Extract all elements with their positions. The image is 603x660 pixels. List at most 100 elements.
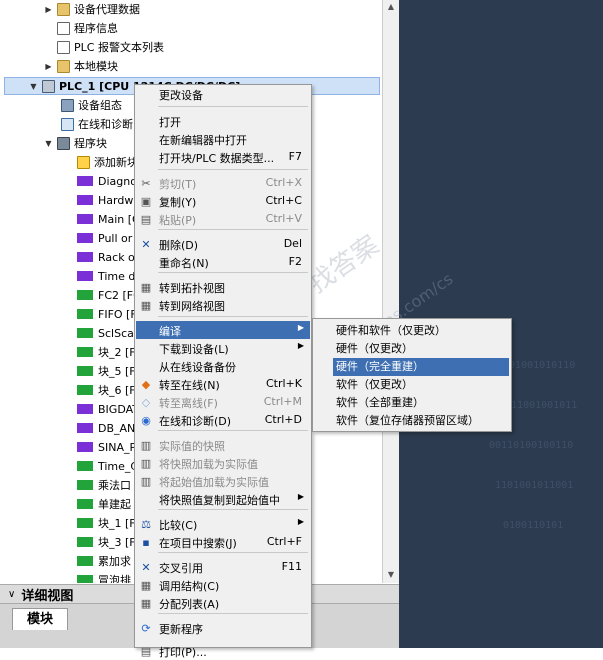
block-icon: [77, 290, 93, 300]
menu-item[interactable]: ▤ 打印(P)...: [136, 642, 310, 660]
collapse-arrow-icon[interactable]: ▼: [44, 139, 53, 148]
block-icon: [77, 176, 93, 186]
scroll-up-icon[interactable]: ▲: [383, 0, 399, 14]
tree-item-block[interactable]: 单建起: [77, 495, 131, 513]
menu-item[interactable]: ◇ 转至离线(F) Ctrl+M: [136, 393, 310, 411]
tree-item-block[interactable]: FIFO [F: [77, 305, 137, 323]
tree-item-block[interactable]: Rack o: [77, 248, 135, 266]
menu-shortcut: Ctrl+C: [265, 194, 302, 207]
expand-arrow-icon[interactable]: ▶: [44, 62, 53, 71]
menu-item[interactable]: 下载到设备(L) ▶: [136, 339, 310, 357]
chevron-down-icon[interactable]: ∨: [8, 589, 15, 600]
submenu-item[interactable]: 软件（复位存储器预留区域）: [333, 412, 509, 430]
tree-item-program-blocks[interactable]: ▼ 程序块: [44, 134, 107, 152]
submenu-item[interactable]: 硬件（完全重建）: [333, 358, 509, 376]
menu-separator: [158, 229, 308, 230]
tree-item-online-diagnostics[interactable]: 在线和诊断: [61, 115, 133, 133]
tree-item-block[interactable]: SINA_P: [77, 438, 136, 456]
menu-item-label: 实际值的快照: [159, 440, 225, 453]
menu-item[interactable]: ▦ 调用结构(C): [136, 576, 310, 594]
menu-separator: [158, 613, 308, 614]
menu-item-label: 从在线设备备份: [159, 361, 236, 374]
tree-item-block[interactable]: Time d: [77, 267, 135, 285]
expand-arrow-icon[interactable]: ▶: [44, 5, 53, 14]
copy-icon: ▣: [140, 194, 152, 208]
menu-item[interactable]: ✕ 删除(D) Del: [136, 235, 310, 253]
submenu-item[interactable]: 硬件（仅更改）: [333, 340, 509, 358]
menu-item[interactable]: ▤ 粘贴(P) Ctrl+V: [136, 210, 310, 228]
tree-item-plc-alarm-texts[interactable]: PLC 报警文本列表: [57, 38, 164, 56]
tree-item-block[interactable]: Time_C: [77, 457, 138, 475]
search-icon: ▪: [142, 535, 150, 549]
block-icon: [77, 442, 93, 452]
menu-item[interactable]: ▦ 转到拓扑视图: [136, 278, 310, 296]
menu-item[interactable]: 在新编辑器中打开: [136, 130, 310, 148]
menu-item[interactable]: ▦ 分配列表(A): [136, 594, 310, 612]
tree-item-device-proxy[interactable]: ▶ 设备代理数据: [44, 0, 140, 18]
menu-item[interactable]: 更改设备: [136, 85, 310, 103]
tree-item-block[interactable]: Main [O: [77, 210, 141, 228]
tree-item-block[interactable]: 块_1 [F: [77, 514, 136, 532]
tree-item-device-config[interactable]: 设备组态: [61, 96, 122, 114]
collapse-arrow-icon[interactable]: ▼: [29, 82, 38, 91]
menu-item[interactable]: 将快照值复制到起始值中 ▶: [136, 490, 310, 508]
menu-item[interactable]: 编译 ▶: [136, 321, 310, 339]
tree-item-block[interactable]: DB_AN: [77, 419, 135, 437]
menu-item[interactable]: ▪ 在项目中搜索(J) Ctrl+F: [136, 533, 310, 551]
tree-item-block[interactable]: 块_5 [F: [77, 362, 136, 380]
tree-scrollbar[interactable]: ▲ ▼: [382, 0, 399, 583]
menu-shortcut: Ctrl+D: [264, 413, 302, 426]
submenu-arrow-icon: ▶: [297, 341, 304, 350]
block-icon: [77, 385, 93, 395]
tree-item-block[interactable]: FC2 [FC: [77, 286, 141, 304]
tree-item-block[interactable]: 乘法口: [77, 476, 131, 494]
menu-item-label: 转至在线(N): [159, 379, 220, 392]
device-config-icon: [61, 98, 74, 112]
tree-item-block[interactable]: 块_2 [F: [77, 343, 136, 361]
scroll-down-icon[interactable]: ▼: [383, 568, 399, 582]
tab-module[interactable]: 模块: [12, 608, 68, 630]
menu-item[interactable]: 重命名(N) F2: [136, 253, 310, 271]
tree-item-block[interactable]: BIGDAT: [77, 400, 139, 418]
menu-item[interactable]: ▥ 将快照加载为实际值: [136, 454, 310, 472]
tree-item-block[interactable]: 冒泡排: [77, 571, 131, 583]
tree-item-block[interactable]: 块_3 [F: [77, 533, 136, 551]
cpu-icon: [42, 79, 55, 93]
menu-item[interactable]: ▣ 复制(Y) Ctrl+C: [136, 192, 310, 210]
tree-item-block[interactable]: 累加求: [77, 552, 131, 570]
tree-item-block[interactable]: Diagno: [77, 172, 137, 190]
menu-item[interactable]: ◆ 转至在线(N) Ctrl+K: [136, 375, 310, 393]
block-icon: [77, 271, 93, 281]
submenu-item[interactable]: 软件（仅更改）: [333, 376, 509, 394]
menu-item[interactable]: 从在线设备备份: [136, 357, 310, 375]
submenu-item[interactable]: 软件（全部重建）: [333, 394, 509, 412]
menu-item[interactable]: ▥ 将起始值加载为实际值: [136, 472, 310, 490]
menu-item[interactable]: ◉ 在线和诊断(D) Ctrl+D: [136, 411, 310, 429]
tree-item-program-info[interactable]: 程序信息: [57, 19, 118, 37]
menu-item[interactable]: ▥ 实际值的快照: [136, 436, 310, 454]
menu-item[interactable]: ⚖ 比较(C) ▶: [136, 515, 310, 533]
menu-item-label: 调用结构(C): [159, 580, 220, 593]
tree-item-block[interactable]: Hardw: [77, 191, 133, 209]
tree-item-block[interactable]: Pull or: [77, 229, 132, 247]
menu-item-label: 将快照值复制到起始值中: [159, 494, 280, 507]
menu-item[interactable]: 打开块/PLC 数据类型... F7: [136, 148, 310, 166]
menu-item[interactable]: ✂ 剪切(T) Ctrl+X: [136, 174, 310, 192]
tree-item-add-new-block[interactable]: 添加新块: [77, 153, 138, 171]
folder-icon: [57, 59, 70, 73]
menu-item[interactable]: 打开: [136, 112, 310, 130]
print-icon: ▤: [140, 644, 152, 658]
menu-separator: [158, 169, 308, 170]
tree-item-block[interactable]: 块_6 [F: [77, 381, 136, 399]
menu-item[interactable]: ▦ 转到网络视图: [136, 296, 310, 314]
network-icon: ▦: [140, 298, 152, 312]
paste-icon: ▤: [140, 212, 152, 226]
menu-separator: [158, 430, 308, 431]
menu-item[interactable]: ✕ 交叉引用 F11: [136, 558, 310, 576]
menu-item[interactable]: ⟳ 更新程序: [136, 619, 310, 637]
tree-item-block[interactable]: SclSca: [77, 324, 134, 342]
tree-item-local-modules[interactable]: ▶ 本地模块: [44, 57, 118, 75]
submenu-item[interactable]: 硬件和软件（仅更改）: [333, 322, 509, 340]
go-offline-icon: ◇: [141, 395, 151, 409]
block-icon: [77, 233, 93, 243]
